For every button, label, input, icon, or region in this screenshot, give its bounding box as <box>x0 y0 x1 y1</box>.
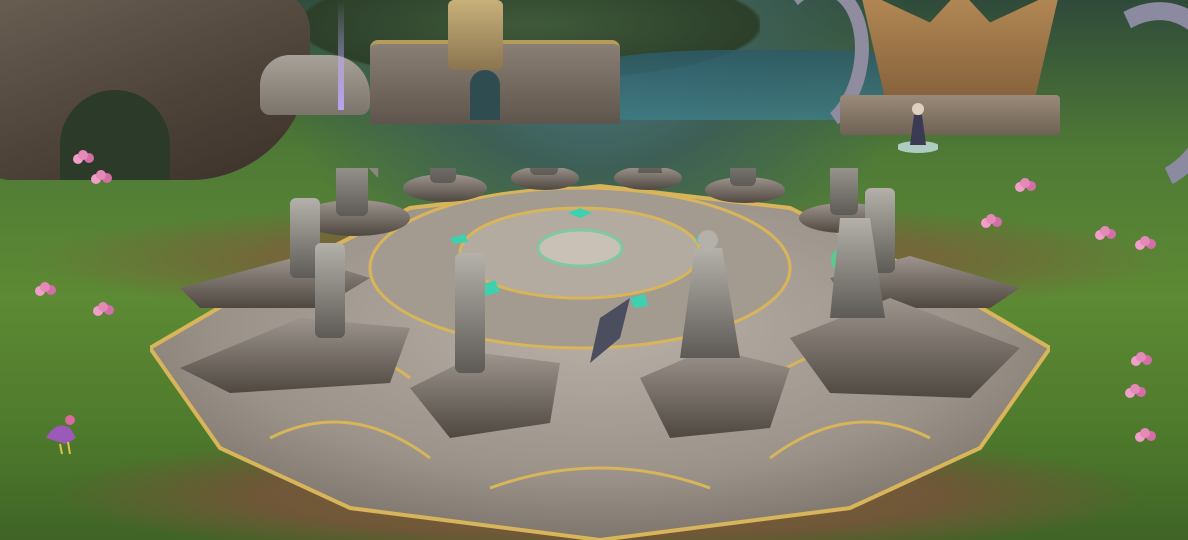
statue-pedestal <box>705 168 785 203</box>
npc-character[interactable] <box>898 95 938 155</box>
boulder <box>260 55 370 115</box>
statue-pedestal <box>614 168 682 190</box>
gate-tower <box>448 0 503 70</box>
pet-creature[interactable] <box>36 408 82 456</box>
stone-arc <box>1041 0 1188 217</box>
gate-doorway <box>470 70 500 120</box>
statue-arena <box>150 168 1050 540</box>
shrine-base <box>840 95 1060 135</box>
game-viewport[interactable] <box>0 0 1188 540</box>
light-beam <box>338 0 344 110</box>
statue-pedestal <box>403 168 487 202</box>
